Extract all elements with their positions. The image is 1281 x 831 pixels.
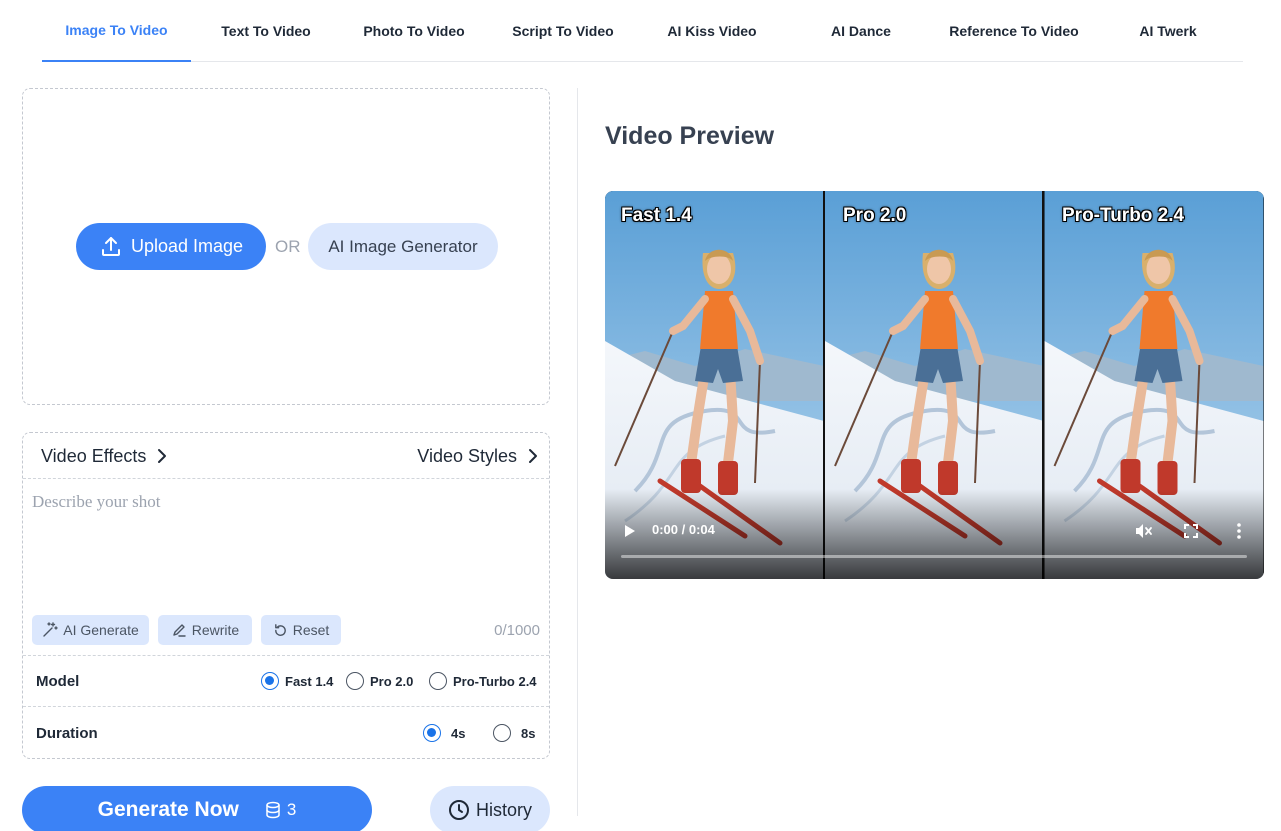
- video-time: 0:00 / 0:04: [652, 522, 715, 537]
- effects-row: Video Effects Video Styles: [23, 433, 549, 479]
- tab-ai-twerk[interactable]: AI Twerk: [1093, 0, 1243, 62]
- character-counter: 0/1000: [494, 621, 540, 639]
- reset-label: Reset: [292, 622, 330, 638]
- magic-wand-icon: [43, 622, 58, 637]
- duration-label: Duration: [36, 724, 98, 742]
- preview-video-player[interactable]: Fast 1.4 Pro 2.0 Pro-Turbo 2.4 0:00 / 0:…: [605, 191, 1264, 579]
- clock-icon: [448, 800, 469, 820]
- duration-option-label: 8s: [521, 725, 536, 741]
- database-icon: [266, 801, 280, 819]
- or-separator: OR: [275, 236, 301, 256]
- model-selector-row: Model Fast 1.4 Pro 2.0 Pro-Turbo 2.4: [23, 655, 549, 707]
- mode-tabs: Image To Video Text To Video Photo To Vi…: [42, 0, 1243, 62]
- ai-image-generator-button[interactable]: AI Image Generator: [308, 223, 498, 270]
- generate-now-button[interactable]: Generate Now 3: [22, 786, 372, 831]
- tab-ai-kiss-video[interactable]: AI Kiss Video: [638, 0, 786, 62]
- rewrite-label: Rewrite: [191, 622, 240, 638]
- video-effects-label: Video Effects: [41, 445, 147, 466]
- model-option-label: Pro 2.0: [370, 673, 414, 689]
- vertical-divider: [577, 88, 578, 816]
- radio-button[interactable]: [493, 724, 511, 742]
- video-effects-link[interactable]: Video Effects: [41, 433, 168, 479]
- reset-icon: [274, 623, 286, 636]
- rewrite-button[interactable]: Rewrite: [158, 615, 252, 645]
- chevron-right-icon: [158, 449, 167, 463]
- mute-icon[interactable]: [1133, 521, 1153, 541]
- history-button[interactable]: History: [430, 786, 550, 831]
- duration-option-label: 4s: [451, 725, 466, 741]
- tab-photo-to-video[interactable]: Photo To Video: [340, 0, 488, 62]
- shot-description-input[interactable]: [23, 480, 549, 610]
- credit-cost: 3: [265, 800, 296, 820]
- upload-image-label: Upload Image: [130, 236, 244, 256]
- play-icon[interactable]: [622, 523, 638, 539]
- more-vertical-icon[interactable]: [1229, 521, 1249, 541]
- pane-label: Pro 2.0: [843, 205, 907, 226]
- pencil-icon: [173, 624, 186, 637]
- radio-button[interactable]: [261, 672, 279, 690]
- tab-ai-dance[interactable]: AI Dance: [787, 0, 935, 62]
- upload-icon: [101, 236, 120, 256]
- model-option-fast[interactable]: Fast 1.4: [261, 656, 333, 706]
- tab-text-to-video[interactable]: Text To Video: [192, 0, 340, 62]
- tab-reference-to-video[interactable]: Reference To Video: [935, 0, 1093, 62]
- model-option-pro-turbo[interactable]: Pro-Turbo 2.4: [429, 656, 537, 706]
- fullscreen-icon[interactable]: [1181, 521, 1201, 541]
- radio-button[interactable]: [423, 724, 441, 742]
- generate-now-label: Generate Now: [97, 798, 239, 821]
- tab-image-to-video[interactable]: Image To Video: [42, 0, 191, 62]
- radio-button[interactable]: [429, 672, 447, 690]
- model-label: Model: [36, 672, 80, 690]
- duration-option-4s[interactable]: 4s: [423, 707, 465, 759]
- ai-generate-button[interactable]: AI Generate: [32, 615, 149, 645]
- reset-button[interactable]: Reset: [261, 615, 341, 645]
- pane-label: Pro-Turbo 2.4: [1062, 205, 1185, 226]
- video-preview-title: Video Preview: [605, 122, 775, 150]
- duration-selector-row: Duration 4s 8s: [23, 707, 549, 759]
- radio-button[interactable]: [346, 672, 364, 690]
- video-styles-link[interactable]: Video Styles: [417, 433, 539, 479]
- video-progress-bar[interactable]: [621, 555, 1247, 558]
- chevron-right-icon: [529, 449, 537, 463]
- pane-label: Fast 1.4: [621, 205, 692, 226]
- image-upload-dropzone[interactable]: Upload Image OR AI Image Generator: [22, 88, 550, 405]
- prompt-panel: Video Effects Video Styles AI Generate R…: [22, 432, 550, 759]
- video-styles-label: Video Styles: [417, 445, 517, 466]
- model-option-label: Fast 1.4: [285, 673, 334, 689]
- duration-option-8s[interactable]: 8s: [493, 707, 535, 759]
- model-option-pro[interactable]: Pro 2.0: [346, 656, 413, 706]
- ai-generate-label: AI Generate: [63, 622, 139, 638]
- tab-script-to-video[interactable]: Script To Video: [488, 0, 638, 62]
- model-option-label: Pro-Turbo 2.4: [453, 673, 537, 689]
- history-label: History: [475, 799, 532, 820]
- upload-image-button[interactable]: Upload Image: [76, 223, 266, 270]
- credit-count: 3: [286, 800, 297, 819]
